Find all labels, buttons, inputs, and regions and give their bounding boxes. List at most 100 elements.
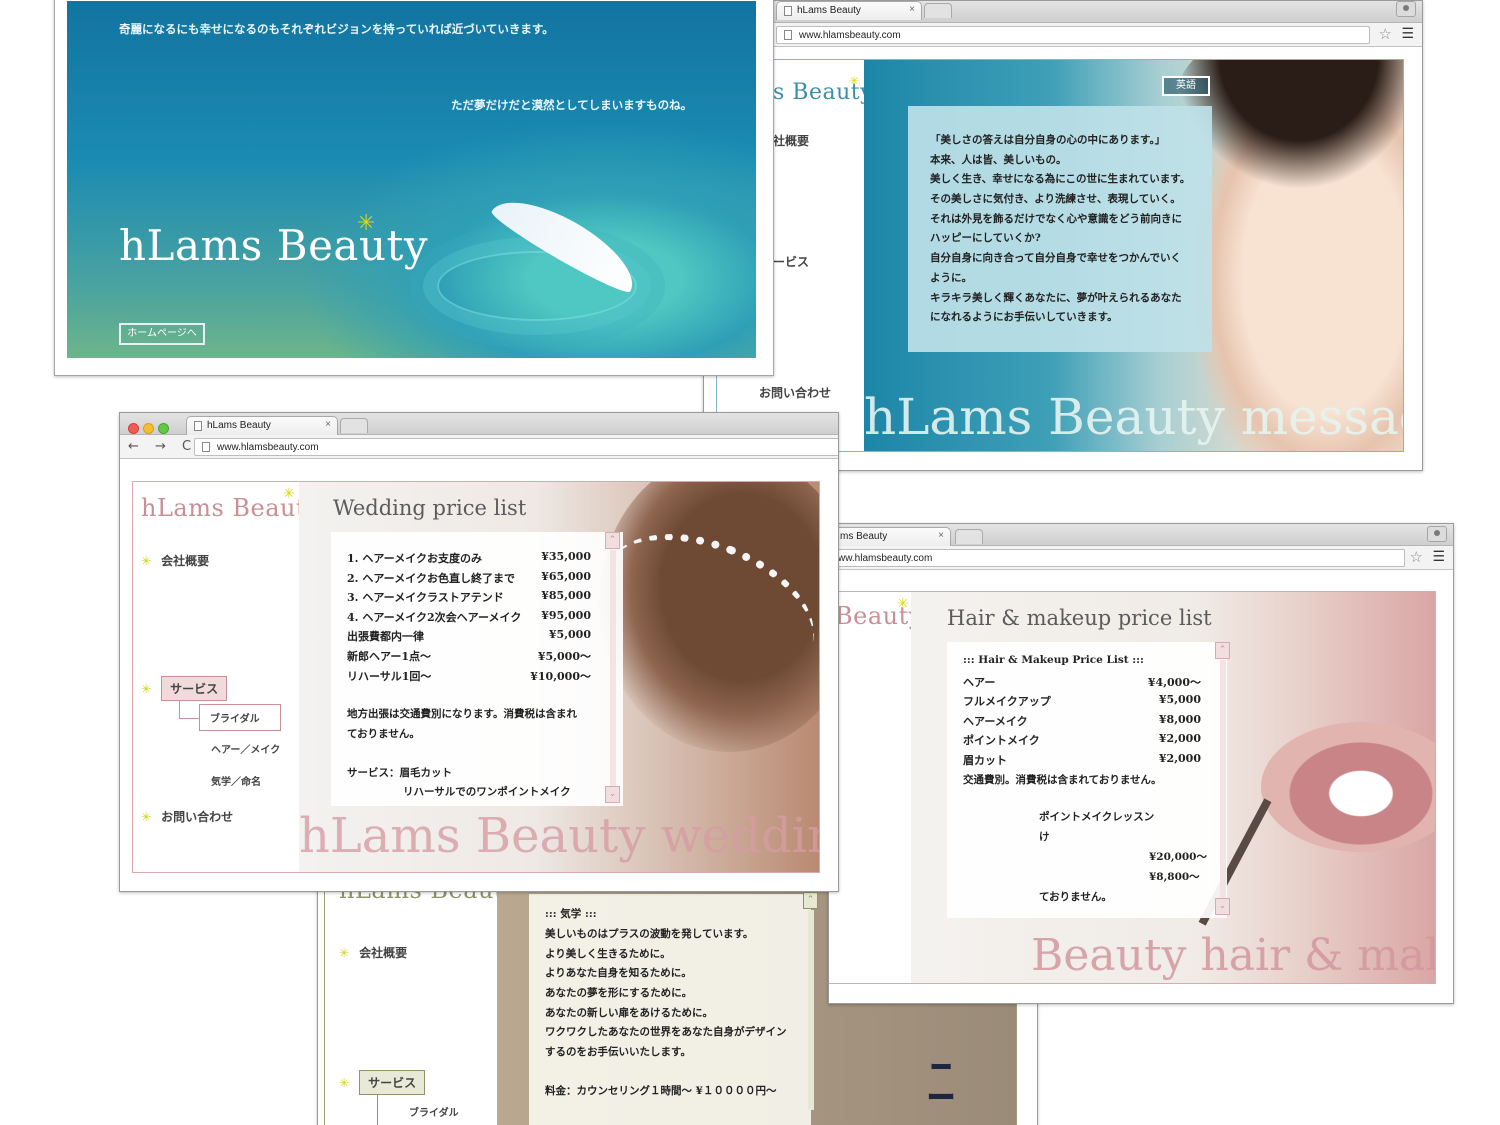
url-field[interactable]: ww.hlamsbeauty.com [829,549,1405,567]
window-hair-makeup: ms Beauty × ww.hlamsbeauty.com ☆ ☰ Beaut… [828,523,1454,1004]
scrollbar-track[interactable] [808,910,814,1110]
price-row: 4. ヘアーメイク2次会ヘアーメイク ¥95,000 [347,608,591,624]
section-heading: Wedding price list [333,496,527,520]
service-line: サービス：眉毛カット [347,766,452,779]
nav-buttons[interactable]: ← → C [128,439,197,454]
hero-panel: Hair & makeup price list ::: Hair & Make… [911,592,1435,983]
lips-image [1261,722,1435,852]
nav-bullet-icon: ✳ [141,554,152,568]
tab-close-icon[interactable]: × [938,530,944,541]
price-row: 出張費都内一律 ¥5,000 [347,628,591,644]
new-tab-button[interactable] [340,418,368,433]
price-row: 3. ヘアーメイクラストアテンド ¥85,000 [347,589,591,605]
nav-contact[interactable]: お問い合わせ [759,384,831,401]
page-icon [784,6,792,16]
page-icon [202,442,210,452]
message-text: 「美しさの答えは自分自身の心の中にあります。」 本来、人は皆、美しいもの。 美し… [930,132,1190,329]
price-row: ポイントメイク ¥2,000 [963,732,1201,748]
nav-connector [179,700,180,718]
tab-title: hLams Beauty [207,420,271,431]
nav-connector [179,718,199,719]
window-wedding: hLams Beauty × ← → C www.hlamsbeauty.com… [119,412,839,892]
profile-icon[interactable] [1427,526,1447,542]
menu-icon[interactable]: ☰ [1401,26,1414,42]
kigaku-line: 美しいものはプラスの波動を発しています。 [545,928,754,940]
price-row: ヘアーメイク ¥8,000 [963,712,1201,728]
scroll-up-button[interactable]: ⌃ [605,532,620,549]
url-field[interactable]: www.hlamsbeauty.com [776,26,1370,44]
nav-service[interactable]: ✳ サービス [141,676,228,701]
message-line: 美しく生き、幸せになる為にこの世に生まれています。 [930,173,1191,186]
tab-active[interactable]: ms Beauty × [829,527,951,546]
section-heading: Hair & makeup price list [947,606,1212,630]
price-row: ヘアー ¥4,000〜 [963,675,1201,689]
message-line: 自分自身に向き合って自分自身で幸せをつかんでいく [930,252,1181,265]
page-area: s Beauty ✳ 社概要 ービス お問い合わせ 英語 「美しさの答えは自分自… [716,59,1404,452]
tab-title: ms Beauty [840,531,888,542]
lesson-line: ポイントメイクレッスン [1039,811,1155,823]
price-list-title: ::: Hair & Makeup Price List ::: [963,654,1144,666]
minimize-window-icon[interactable] [143,423,154,434]
intro-hero: 奇麗になるにも幸せになるのもそれぞれビジョンを持っていれば近づいていきます。 た… [67,1,756,358]
nav-company[interactable]: ✳ 会社概要 [141,552,209,569]
scrollbar-track[interactable] [1220,660,1226,898]
kigaku-line: ワクワクしたあなたの世界をあなた自身がデザイン [545,1026,787,1039]
nav-bullet-icon: ✳ [141,810,152,824]
profile-icon[interactable] [1396,1,1416,17]
lesson-line-2: け [1039,831,1050,843]
nav-bullet-icon: ✳ [339,946,350,960]
tab-close-icon[interactable]: × [325,419,331,430]
scroll-down-button[interactable]: ⌄ [1215,898,1230,915]
nav-service[interactable]: ービス [773,253,809,270]
logo-sparkle-icon: ✳ [283,486,295,502]
scroll-up-button[interactable]: ⌃ [803,892,818,909]
tab-active[interactable]: hLams Beauty × [776,1,922,20]
nav-service[interactable]: ✳ サービス [339,1070,426,1095]
new-tab-button[interactable] [924,3,952,18]
menu-icon[interactable]: ☰ [1432,549,1445,565]
kigaku-title: ::: 気学 ::: [545,908,597,920]
nav-company[interactable]: 社概要 [773,132,809,149]
scroll-down-button[interactable]: ⌄ [605,786,620,803]
nav-hair-make[interactable]: ヘアー／メイク [211,741,280,756]
english-button[interactable]: 英語 [1162,76,1210,96]
message-line: 本来、人は皆、美しいもの。 [930,153,1067,166]
site-logo[interactable]: Beauty [835,602,923,630]
close-window-icon[interactable] [128,423,139,434]
lesson-price: ¥20,000〜 [1149,851,1207,863]
big-title: hLams Beauty message [864,388,1403,446]
home-button[interactable]: ホームページへ [119,323,205,345]
nav-bridal[interactable]: ブライダル [199,704,281,731]
tab-active[interactable]: hLams Beauty × [186,416,338,435]
price-note: 地方出張は交通費別になります。消費税は含まれ [347,708,577,721]
nav-company[interactable]: ✳ 会社概要 [339,944,407,961]
price-note: ておりません。 [347,727,420,740]
price-row: 眉カット ¥2,000 [963,752,1201,768]
message-line: それは外見を飾るだけでなく心や意識をどう前向きに [930,212,1182,225]
logo-sparkle-icon: ✳ [357,211,376,236]
nav-kigaku[interactable]: 気学／命名 [211,773,261,788]
tab-bar: hLams Beauty × [704,1,1422,23]
kigaku-lines: 美しいものはプラスの波動を発しています。 より美しく生きるために。 よりあなた自… [545,926,787,1103]
zoom-window-icon[interactable] [158,423,169,434]
sidebar: hLams Beauty ✳ ✳ 会社概要 ✳ サービス ブライダル ヘアー／メイク… [133,482,320,872]
price-row: リハーサル1回〜 ¥10,000〜 [347,669,591,683]
hero-panel: Wedding price list 1. ヘアーメイクお支度のみ ¥35,000… [299,482,819,872]
bookmark-star-icon[interactable]: ☆ [1379,26,1392,42]
price-note: 交通費別。消費税は含まれておりません。 [963,773,1162,786]
new-tab-button[interactable] [955,529,983,544]
service-line: リハーサルでのワンポイントメイク [403,786,571,799]
url-field[interactable]: www.hlamsbeauty.com [194,438,838,456]
lesson-note: ておりません。 [1039,891,1112,903]
tab-close-icon[interactable]: × [909,4,915,15]
page-area: Beauty ✳ Hair & makeup price list ::: Ha… [829,591,1436,984]
scroll-up-button[interactable]: ⌃ [1215,642,1230,659]
tab-bar: ms Beauty × [829,524,1453,546]
bookmark-star-icon[interactable]: ☆ [1410,549,1423,565]
nav-connector [377,1094,378,1125]
tab-bar: hLams Beauty × [120,413,838,435]
nav-contact[interactable]: ✳ お問い合わせ [141,808,233,825]
url-bar: ← → C www.hlamsbeauty.com [120,435,838,459]
nav-bridal[interactable]: ブライダル [409,1104,459,1119]
scrollbar-track[interactable] [610,550,616,786]
